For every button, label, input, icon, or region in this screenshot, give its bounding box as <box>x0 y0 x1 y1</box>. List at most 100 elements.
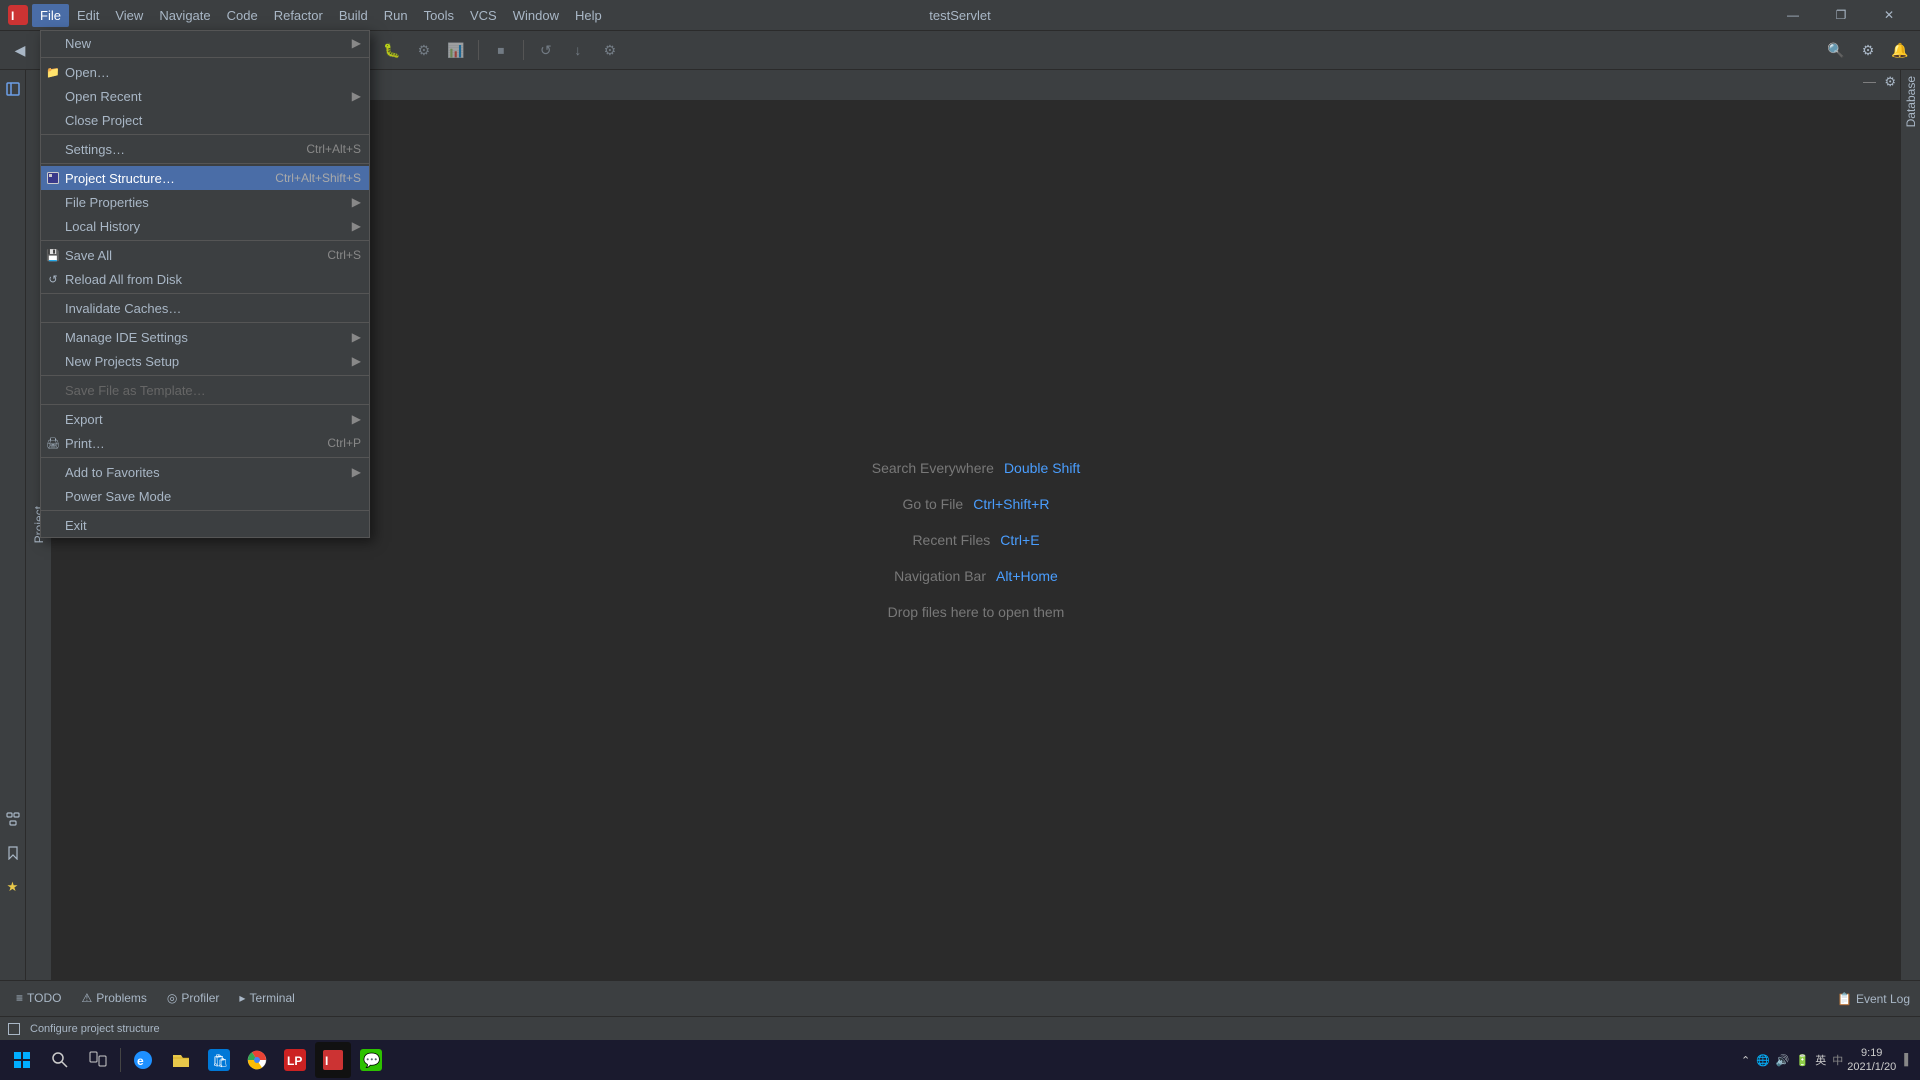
menu-sep-7 <box>41 375 369 376</box>
file-explorer-icon[interactable] <box>163 1042 199 1078</box>
menu-run[interactable]: Run <box>376 4 416 27</box>
run-coverage-icon[interactable]: ⚙ <box>410 36 438 64</box>
title-bar-left: I File Edit View Navigate Code Refactor … <box>8 4 610 27</box>
menu-edit[interactable]: Edit <box>69 4 107 27</box>
left-icon-sidebar: ★ <box>0 70 26 980</box>
search-everywhere-icon[interactable]: 🔍 <box>1822 36 1850 64</box>
profiler-tab[interactable]: ◎ Profiler <box>157 981 230 1016</box>
tab-settings-icon[interactable]: ⚙ <box>1884 74 1896 90</box>
drop-files-label: Drop files here to open them <box>888 604 1065 620</box>
menu-file[interactable]: File <box>32 4 69 27</box>
minimize-button[interactable]: — <box>1770 0 1816 30</box>
input-method-icon[interactable]: 中 <box>1832 1052 1843 1068</box>
bottom-panel: ≡ TODO ⚠ Problems ◎ Profiler ▸ Terminal … <box>0 980 1920 1016</box>
problems-icon: ⚠ <box>81 991 92 1005</box>
menu-power-save-mode[interactable]: Power Save Mode <box>41 484 369 508</box>
project-structure-icon <box>46 171 60 185</box>
debug-button[interactable]: 🐛 <box>378 36 406 64</box>
menu-refactor[interactable]: Refactor <box>266 4 331 27</box>
volume-icon[interactable]: 🔊 <box>1776 1054 1790 1067</box>
menu-code[interactable]: Code <box>219 4 266 27</box>
menu-save-all[interactable]: 💾 Save All Ctrl+S <box>41 243 369 267</box>
minimize-editor-icon[interactable]: — <box>1863 74 1876 89</box>
menu-local-history[interactable]: Local History ▶ <box>41 214 369 238</box>
bookmarks-icon[interactable] <box>0 840 26 866</box>
structure-icon[interactable] <box>0 806 26 832</box>
menu-build[interactable]: Build <box>331 4 376 27</box>
show-desktop-icon[interactable]: ▌ <box>1900 1054 1912 1066</box>
network-icon[interactable]: 🌐 <box>1756 1054 1770 1067</box>
save-icon: 💾 <box>46 248 60 262</box>
menu-export[interactable]: Export ▶ <box>41 407 369 431</box>
menu-view[interactable]: View <box>107 4 151 27</box>
profiler-label: Profiler <box>181 991 219 1005</box>
app-icon: I <box>8 5 28 25</box>
menu-vcs[interactable]: VCS <box>462 4 505 27</box>
menu-sep-10 <box>41 510 369 511</box>
menu-new[interactable]: New ▶ <box>41 31 369 55</box>
terminal-tab[interactable]: ▸ Terminal <box>229 981 304 1016</box>
task-view-icon[interactable] <box>80 1042 116 1078</box>
todo-tab[interactable]: ≡ TODO <box>6 981 71 1016</box>
tray-up-arrow[interactable]: ⌃ <box>1741 1054 1750 1067</box>
profiler-icon: ◎ <box>167 991 177 1005</box>
intellij-icon[interactable]: I <box>315 1042 351 1078</box>
goto-file-key: Ctrl+Shift+R <box>973 496 1049 512</box>
menu-open[interactable]: 📁 Open… <box>41 60 369 84</box>
menu-project-structure[interactable]: Project Structure… Ctrl+Alt+Shift+S <box>41 166 369 190</box>
star-icon[interactable]: ★ <box>0 874 26 900</box>
back-icon[interactable]: ◀ <box>6 36 34 64</box>
internet-explorer-icon[interactable]: e <box>125 1042 161 1078</box>
menu-add-to-favorites[interactable]: Add to Favorites ▶ <box>41 460 369 484</box>
step-icon[interactable]: ↓ <box>564 36 592 64</box>
taskbar-search-icon[interactable] <box>42 1042 78 1078</box>
menu-sep-9 <box>41 457 369 458</box>
menu-manage-ide[interactable]: Manage IDE Settings ▶ <box>41 325 369 349</box>
file-menu-dropdown: New ▶ 📁 Open… Open Recent ▶ Close Projec… <box>40 30 370 538</box>
menu-open-recent[interactable]: Open Recent ▶ <box>41 84 369 108</box>
status-bar: Configure project structure <box>0 1016 1920 1040</box>
toolbar-separator-4 <box>478 40 479 60</box>
project-toggle-icon[interactable] <box>0 76 26 102</box>
terminal-icon: ▸ <box>239 991 245 1005</box>
menu-help[interactable]: Help <box>567 4 610 27</box>
chrome-icon[interactable] <box>239 1042 275 1078</box>
settings-icon[interactable]: ⚙ <box>596 36 624 64</box>
maximize-button[interactable]: ❐ <box>1818 0 1864 30</box>
menu-exit[interactable]: Exit <box>41 513 369 537</box>
menu-file-properties[interactable]: File Properties ▶ <box>41 190 369 214</box>
search-everywhere-hint: Search Everywhere Double Shift <box>872 460 1080 476</box>
problems-tab[interactable]: ⚠ Problems <box>71 981 156 1016</box>
wechat-icon[interactable]: 💬 <box>353 1042 389 1078</box>
notifications-icon[interactable]: 🔔 <box>1886 36 1914 64</box>
menu-print[interactable]: 🖨 Print… Ctrl+P <box>41 431 369 455</box>
folder-icon: 📁 <box>46 65 60 79</box>
refresh-icon[interactable]: ↺ <box>532 36 560 64</box>
menu-window[interactable]: Window <box>505 4 567 27</box>
right-panel[interactable]: Database <box>1900 70 1920 980</box>
terminal-label: Terminal <box>249 991 294 1005</box>
windows-store-icon[interactable]: 🛍 <box>201 1042 237 1078</box>
menu-navigate[interactable]: Navigate <box>151 4 218 27</box>
menu-tools[interactable]: Tools <box>416 4 462 27</box>
menu-sep-4 <box>41 240 369 241</box>
menu-sep-6 <box>41 322 369 323</box>
lastpass-icon[interactable]: LP <box>277 1042 313 1078</box>
system-clock[interactable]: 9:19 2021/1/20 <box>1847 1046 1896 1075</box>
settings-gear-icon[interactable]: ⚙ <box>1854 36 1882 64</box>
menu-settings[interactable]: Settings… Ctrl+Alt+S <box>41 137 369 161</box>
menu-sep-1 <box>41 57 369 58</box>
goto-file-label: Go to File <box>903 496 964 512</box>
menu-reload-all[interactable]: ↺ Reload All from Disk <box>41 267 369 291</box>
navigation-bar-hint: Navigation Bar Alt+Home <box>894 568 1058 584</box>
language-indicator[interactable]: 英 <box>1815 1052 1826 1068</box>
menu-new-projects-setup[interactable]: New Projects Setup ▶ <box>41 349 369 373</box>
stop-button[interactable]: ⏹ <box>487 36 515 64</box>
menu-invalidate-caches[interactable]: Invalidate Caches… <box>41 296 369 320</box>
menu-close-project[interactable]: Close Project <box>41 108 369 132</box>
battery-icon[interactable]: 🔋 <box>1796 1054 1810 1067</box>
windows-start-icon[interactable] <box>4 1042 40 1078</box>
profile-run-icon[interactable]: 📊 <box>442 36 470 64</box>
event-log-button[interactable]: 📋 Event Log <box>1837 992 1910 1006</box>
close-button[interactable]: ✕ <box>1866 0 1912 30</box>
